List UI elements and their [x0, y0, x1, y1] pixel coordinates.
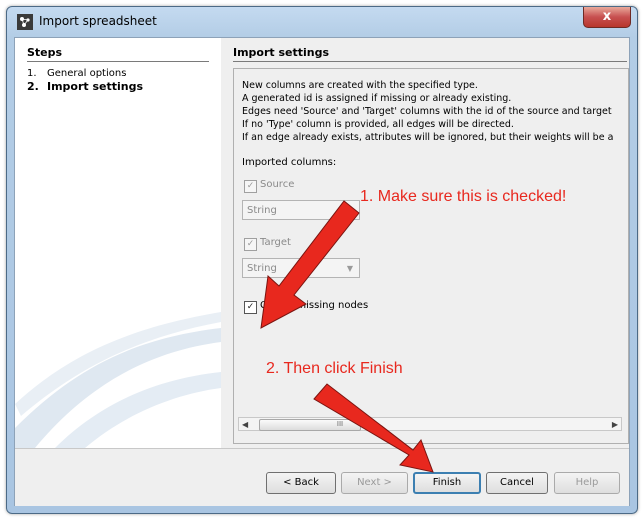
cancel-button[interactable]: Cancel — [486, 472, 548, 494]
info-line: Edges need 'Source' and 'Target' columns… — [242, 106, 612, 117]
target-checkbox[interactable]: ✓ — [244, 238, 257, 251]
step-label: Import settings — [47, 80, 144, 93]
scroll-thumb[interactable]: III — [259, 419, 361, 431]
info-line: A generated id is assigned if missing or… — [242, 93, 512, 104]
step-item-import-settings: 2. Import settings — [27, 80, 143, 93]
imported-columns-label: Imported columns: — [242, 157, 337, 168]
source-label: Source — [260, 179, 295, 190]
gephi-icon — [17, 14, 33, 30]
info-line: New columns are created with the specifi… — [242, 80, 478, 91]
target-type-select[interactable]: String ▼ — [242, 258, 360, 278]
import-spreadsheet-window: Import spreadsheet x Steps 1. General opt… — [6, 6, 638, 514]
import-settings-panel: Import settings New columns are created … — [221, 38, 629, 448]
create-missing-nodes-checkbox[interactable]: ✓ — [244, 301, 257, 314]
window-title: Import spreadsheet — [39, 14, 157, 28]
source-type-value: String — [247, 205, 277, 216]
close-button[interactable]: x — [583, 7, 631, 28]
source-type-select[interactable]: String ▼ — [242, 200, 360, 220]
annotation-finish-instruction: 2. Then click Finish — [266, 360, 403, 377]
step-number: 1. — [27, 68, 37, 79]
steps-panel: Steps 1. General options 2. Import setting… — [15, 38, 221, 448]
finish-button[interactable]: Finish — [413, 472, 481, 494]
button-bar: < Back Next > Finish Cancel Help — [15, 448, 629, 506]
close-icon: x — [602, 9, 612, 24]
decorative-swoosh — [15, 312, 221, 448]
step-label: General options — [47, 68, 127, 79]
source-checkbox[interactable]: ✓ — [244, 180, 257, 193]
steps-heading: Steps — [27, 46, 209, 62]
chevron-down-icon: ▼ — [346, 206, 353, 215]
annotation-check-instruction: 1. Make sure this is checked! — [360, 188, 567, 205]
target-type-value: String — [247, 263, 277, 274]
dialog-client-area: Steps 1. General options 2. Import setting… — [14, 37, 630, 506]
step-item-general-options: 1. General options — [27, 68, 126, 79]
scroll-right-icon[interactable]: ▶ — [612, 418, 618, 431]
title-bar: Import spreadsheet x — [7, 7, 637, 37]
import-settings-heading: Import settings — [233, 46, 627, 62]
step-number: 2. — [27, 80, 39, 93]
target-label: Target — [260, 237, 291, 248]
create-missing-nodes-label[interactable]: Create missing nodes — [260, 300, 368, 311]
chevron-down-icon: ▼ — [346, 264, 353, 273]
scroll-thumb-grip: III — [336, 420, 344, 428]
scroll-left-icon[interactable]: ◀ — [242, 418, 248, 431]
help-button[interactable]: Help — [554, 472, 620, 494]
horizontal-scrollbar[interactable]: ◀ III ▶ — [238, 417, 622, 431]
settings-content: New columns are created with the specifi… — [233, 68, 629, 444]
info-line: If an edge already exists, attributes wi… — [242, 132, 614, 143]
info-text: New columns are created with the specifi… — [242, 79, 613, 144]
next-button[interactable]: Next > — [341, 472, 408, 494]
info-line: If no 'Type' column is provided, all edg… — [242, 119, 514, 130]
back-button[interactable]: < Back — [266, 472, 336, 494]
